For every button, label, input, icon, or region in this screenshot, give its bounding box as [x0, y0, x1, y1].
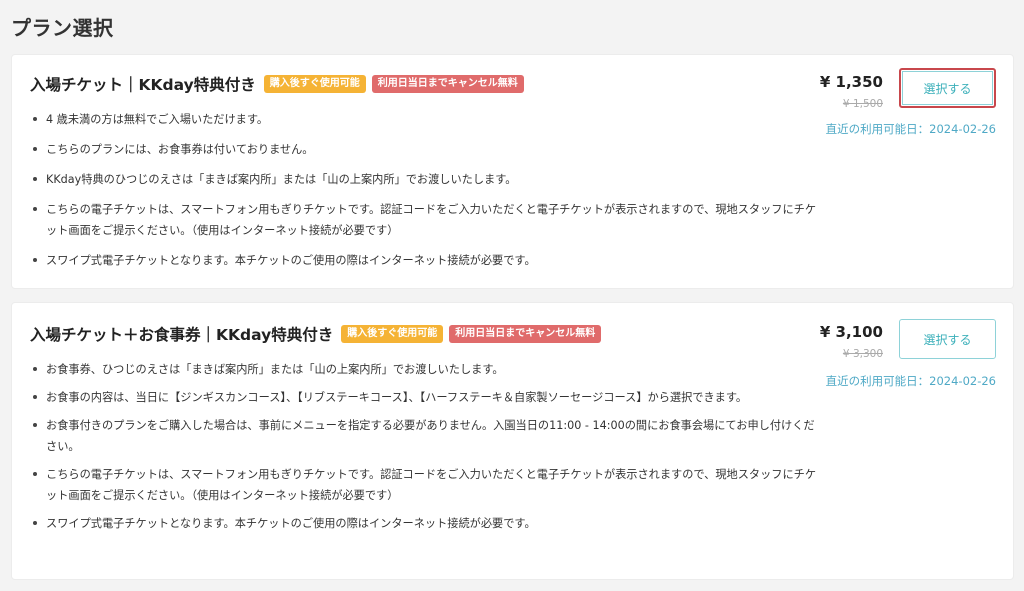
price-block: ¥ 3,100 ¥ 3,300	[820, 321, 883, 361]
list-item: スワイプ式電子チケットとなります。本チケットのご使用の際はインターネット接続が必…	[30, 250, 820, 271]
select-plan-button[interactable]: 選択する	[899, 319, 996, 359]
plan-name: 入場チケット｜KKday特典付き	[30, 76, 256, 94]
select-plan-button[interactable]: 選択する	[899, 68, 996, 108]
instant-use-badge: 購入後すぐ使用可能	[263, 75, 366, 93]
list-item: お食事の内容は、当日に【ジンギスカンコース】、【リブステーキコース】、【ハーフス…	[30, 387, 820, 408]
plan-card: 入場チケット｜KKday特典付き 購入後すぐ使用可能 利用日当日までキャンセル無…	[11, 54, 1014, 289]
availability-date: 直近の利用可能日：2024-02-26	[825, 122, 996, 136]
list-item: お食事付きのプランをご購入した場合は、事前にメニューを指定する必要がありません。…	[30, 415, 820, 457]
list-item: こちらの電子チケットは、スマートフォン用もぎりチケットです。認証コードをご入力い…	[30, 464, 820, 506]
list-item: こちらの電子チケットは、スマートフォン用もぎりチケットです。認証コードをご入力い…	[30, 199, 820, 241]
feature-list: 4 歳未満の方は無料でご入場いただけます。 こちらのプランには、お食事券は付いて…	[30, 109, 820, 280]
free-cancel-badge: 利用日当日までキャンセル無料	[449, 325, 602, 343]
original-price: ¥ 3,300	[842, 348, 883, 360]
original-price: ¥ 1,500	[842, 98, 883, 110]
plan-card: 入場チケット＋お食事券｜KKday特典付き 購入後すぐ使用可能 利用日当日までキ…	[11, 302, 1014, 580]
availability-date: 直近の利用可能日：2024-02-26	[825, 374, 996, 388]
page-title: プラン選択	[11, 16, 114, 40]
list-item: お食事券、ひつじのえさは「まきば案内所」または「山の上案内所」でお渡しいたします…	[30, 359, 820, 380]
current-price: ¥ 1,350	[819, 73, 883, 91]
feature-list: お食事券、ひつじのえさは「まきば案内所」または「山の上案内所」でお渡しいたします…	[30, 359, 820, 541]
list-item: こちらのプランには、お食事券は付いておりません。	[30, 139, 820, 160]
list-item: 4 歳未満の方は無料でご入場いただけます。	[30, 109, 820, 130]
free-cancel-badge: 利用日当日までキャンセル無料	[371, 75, 524, 93]
plan-name: 入場チケット＋お食事券｜KKday特典付き	[30, 326, 334, 344]
list-item: KKday特典のひつじのえさは「まきば案内所」または「山の上案内所」でお渡しいた…	[30, 169, 820, 190]
price-block: ¥ 1,350 ¥ 1,500	[820, 71, 883, 111]
list-item: スワイプ式電子チケットとなります。本チケットのご使用の際はインターネット接続が必…	[30, 513, 820, 534]
plan-header: 入場チケット＋お食事券｜KKday特典付き 購入後すぐ使用可能 利用日当日までキ…	[30, 323, 602, 345]
instant-use-badge: 購入後すぐ使用可能	[341, 325, 444, 343]
plan-header: 入場チケット｜KKday特典付き 購入後すぐ使用可能 利用日当日までキャンセル無…	[30, 73, 524, 95]
current-price: ¥ 3,100	[819, 323, 883, 341]
